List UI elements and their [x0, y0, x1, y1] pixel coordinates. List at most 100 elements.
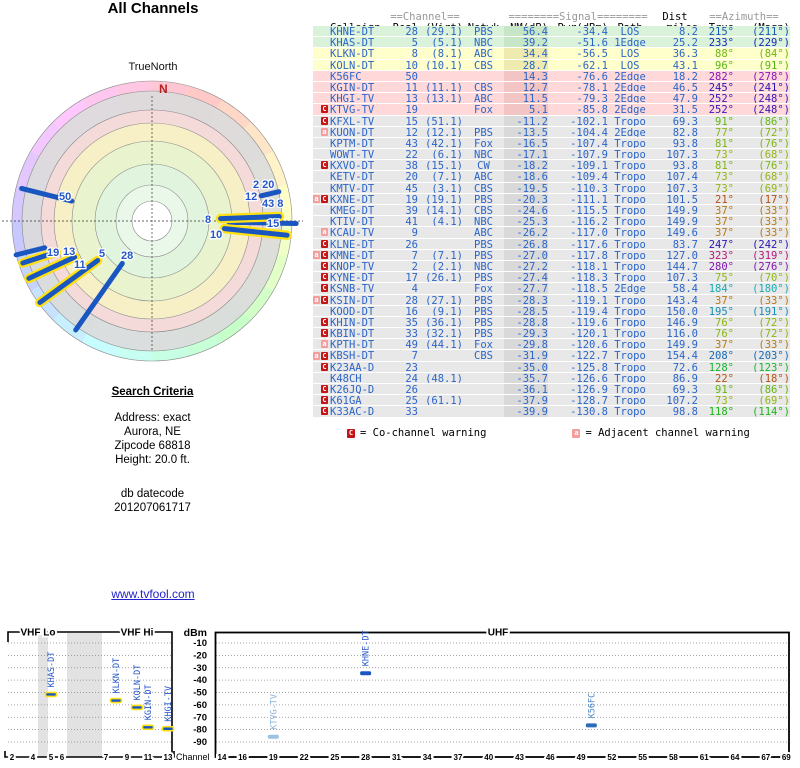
distance-cell: 72.6	[652, 362, 698, 372]
virtual-channel-cell	[418, 227, 463, 237]
power-cell: -109.1	[548, 160, 608, 170]
svg-text:67: 67	[761, 753, 770, 762]
city-line: Aurora, NE	[40, 425, 265, 439]
azimuth-magnetic-cell: (69°)	[734, 183, 790, 193]
adjacent-channel-warning-icon: a	[313, 195, 320, 203]
path-cell: 2Edge	[608, 93, 652, 103]
callsign-cell: KPTM-DT	[330, 138, 387, 148]
callsign-cell: KFXL-TV	[330, 116, 387, 126]
azimuth-true-cell: 96°	[698, 60, 734, 70]
warning-markers: C	[313, 283, 330, 293]
distance-cell: 149.9	[652, 216, 698, 226]
svg-text:5: 5	[99, 248, 105, 260]
path-cell: Tropo	[608, 160, 652, 170]
warning-markers	[313, 373, 330, 383]
svg-text:15: 15	[267, 218, 279, 230]
svg-text:KOLN-DT: KOLN-DT	[133, 665, 143, 701]
warning-markers: C	[313, 261, 330, 271]
warning-legend: C = Co-channel warning a = Adjacent chan…	[347, 427, 750, 439]
real-channel-cell: 11	[387, 82, 418, 92]
power-cell: -109.4	[548, 171, 608, 181]
virtual-channel-cell	[418, 350, 463, 360]
path-cell: Tropo	[608, 395, 652, 405]
warning-markers: C	[313, 272, 330, 282]
svg-text:19: 19	[47, 247, 59, 259]
network-cell: Fox	[463, 339, 504, 349]
callsign-cell: KNOP-TV	[330, 261, 387, 271]
azimuth-true-cell: 73°	[698, 149, 734, 159]
azimuth-true-cell: 91°	[698, 116, 734, 126]
table-row: KGIN-DT11(11.1)CBS12.7-78.12Edge46.5245°…	[313, 82, 790, 93]
svg-text:6: 6	[60, 753, 65, 762]
dist-header: Dist	[652, 12, 698, 23]
real-channel-cell: 2	[387, 261, 418, 271]
co-channel-warning-icon: C	[321, 296, 328, 304]
azimuth-true-cell: 118°	[698, 406, 734, 416]
table-row: KOLN-DT10(10.1)CBS28.7-62.1LOS43.196°(91…	[313, 60, 790, 71]
distance-cell: 149.6	[652, 227, 698, 237]
azimuth-true-cell: 88°	[698, 48, 734, 58]
real-channel-cell: 38	[387, 160, 418, 170]
signal-header-deco: ========Signal========	[504, 12, 652, 23]
real-channel-cell: 8	[387, 48, 418, 58]
power-cell: -111.1	[548, 194, 608, 204]
real-channel-cell: 24	[387, 373, 418, 383]
power-cell: -118.3	[548, 272, 608, 282]
table-row: CKHIN-DT35(36.1)PBS-28.8-119.6Tropo146.9…	[313, 317, 790, 328]
virtual-channel-cell	[418, 71, 463, 81]
svg-text:13: 13	[63, 246, 75, 258]
co-channel-warning-icon: C	[321, 161, 328, 169]
warning-markers: aC	[313, 250, 330, 260]
callsign-cell: KMTV-DT	[330, 183, 387, 193]
tvfool-link[interactable]: www.tvfool.com	[111, 587, 194, 601]
svg-text:43 8: 43 8	[262, 198, 283, 210]
callsign-cell: KLNE-DT	[330, 239, 387, 249]
noise-margin-cell: -16.5	[504, 138, 548, 148]
network-cell: CBS	[463, 183, 504, 193]
noise-margin-cell: -26.2	[504, 227, 548, 237]
svg-text:-80: -80	[193, 725, 207, 736]
callsign-cell: KXVO-DT	[330, 160, 387, 170]
table-row: aCKBSH-DT7CBS-31.9-122.7Tropo154.4208°(2…	[313, 350, 790, 361]
radar-title: All Channels	[0, 0, 306, 17]
noise-margin-cell: -25.3	[504, 216, 548, 226]
azimuth-magnetic-cell: (33°)	[734, 216, 790, 226]
svg-text:-40: -40	[193, 675, 207, 686]
virtual-channel-cell: (61.1)	[418, 395, 463, 405]
db-datecode-value: 201207061717	[40, 501, 265, 515]
azimuth-true-cell: 77°	[698, 127, 734, 137]
warning-markers: a	[313, 339, 330, 349]
network-cell: PBS	[463, 295, 504, 305]
table-row: KOOD-DT16(9.1)PBS-28.5-119.4Tropo150.019…	[313, 306, 790, 317]
distance-cell: 82.8	[652, 127, 698, 137]
network-cell: ABC	[463, 48, 504, 58]
power-cell: -130.8	[548, 406, 608, 416]
network-cell: Fox	[463, 138, 504, 148]
noise-margin-cell: -17.1	[504, 149, 548, 159]
azimuth-magnetic-cell: (18°)	[734, 373, 790, 383]
virtual-channel-cell	[418, 239, 463, 249]
distance-cell: 149.9	[652, 205, 698, 215]
warning-markers: C	[313, 317, 330, 327]
path-cell: Tropo	[608, 116, 652, 126]
azimuth-magnetic-cell: (91°)	[734, 60, 790, 70]
azimuth-true-cell: 37°	[698, 205, 734, 215]
power-cell: -125.8	[548, 362, 608, 372]
virtual-channel-cell: (8.1)	[418, 48, 463, 58]
virtual-channel-cell: (9.1)	[418, 306, 463, 316]
warning-markers: a	[313, 227, 330, 237]
table-row: CKFXL-TV15(51.1)-11.2-102.1Tropo69.391°(…	[313, 116, 790, 127]
power-cell: -110.3	[548, 183, 608, 193]
table-row: CK26JQ-D26-36.1-126.9Tropo69.391°(86°)	[313, 384, 790, 395]
azimuth-true-cell: 73°	[698, 395, 734, 405]
noise-margin-cell: 56.4	[504, 26, 548, 36]
path-cell: Tropo	[608, 138, 652, 148]
network-cell: CW	[463, 160, 504, 170]
real-channel-cell: 4	[387, 283, 418, 293]
zipcode-line: Zipcode 68818	[40, 439, 265, 453]
virtual-channel-cell: (10.1)	[418, 60, 463, 70]
real-channel-cell: 28	[387, 295, 418, 305]
table-row: aKPTH-DT49(44.1)Fox-29.8-120.6Tropo149.9…	[313, 339, 790, 350]
path-cell: 2Edge	[608, 127, 652, 137]
co-channel-warning-icon: C	[321, 363, 328, 371]
